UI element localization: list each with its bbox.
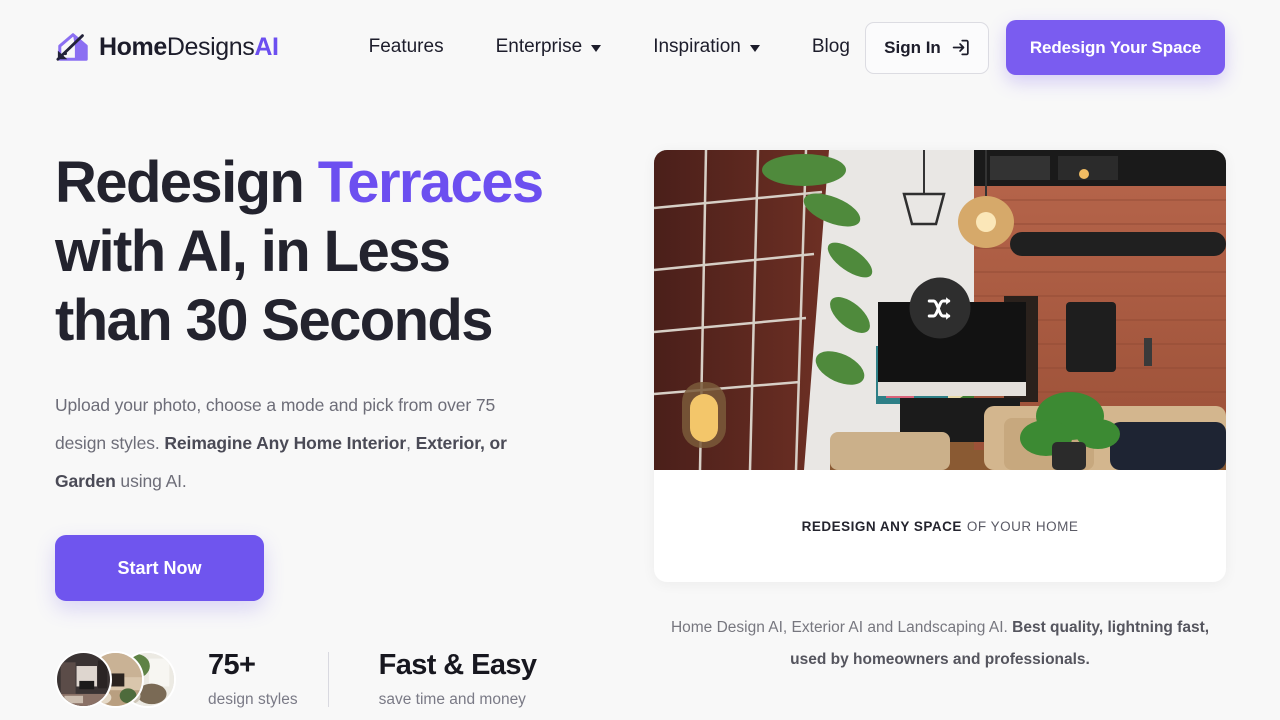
sign-in-label: Sign In — [884, 37, 941, 57]
stat-label: save time and money — [378, 691, 526, 708]
nav-item-features[interactable]: Features — [369, 30, 444, 64]
shuffle-icon — [927, 296, 950, 320]
footnote-text: Home Design AI, Exterior AI and Landscap… — [670, 619, 1013, 636]
stat-value: Fast & Easy — [378, 649, 537, 681]
brand-name: HomeDesignsAI — [99, 33, 279, 62]
nav-item-inspiration[interactable]: Inspiration — [653, 30, 760, 64]
avatar — [55, 650, 112, 708]
avatar-group — [55, 650, 185, 708]
hero-left-column: Redesign Terraces with AI, in Less than … — [55, 148, 655, 709]
chevron-down-icon — [591, 45, 602, 52]
card-caption-light: OF YOUR HOME — [966, 518, 1079, 534]
site-header: HomeDesignsAI Features Enterprise Inspir… — [0, 0, 1280, 94]
stat-fast-easy: Fast & Easy save time and money — [379, 649, 537, 709]
nav-item-blog[interactable]: Blog — [812, 30, 850, 64]
nav-label-blog: Blog — [811, 36, 850, 57]
page-title: Redesign Terraces with AI, in Less than … — [55, 148, 655, 355]
brand-name-ai: AI — [254, 32, 279, 61]
card-caption: REDESIGN ANY SPACE OF YOUR HOME — [654, 470, 1226, 582]
stat-label: design styles — [208, 691, 298, 708]
stat-value: 75+ — [208, 649, 256, 681]
headline-part-1: Redesign — [55, 150, 318, 215]
nav-label-features: Features — [368, 36, 444, 57]
nav-label-inspiration: Inspiration — [653, 36, 741, 57]
headline-part-2: with AI, in Less — [55, 219, 451, 284]
subcopy-bold-1: Reimagine Any Home Interior — [164, 433, 407, 453]
start-now-button[interactable]: Start Now — [55, 535, 264, 601]
subcopy-text-2: , — [406, 433, 416, 453]
headline-part-3: than 30 Seconds — [55, 288, 494, 353]
landing-page: HomeDesignsAI Features Enterprise Inspir… — [0, 0, 1280, 720]
nav-label-enterprise: Enterprise — [495, 36, 583, 57]
main-navigation: Features Enterprise Inspiration Blog — [369, 30, 850, 64]
redesign-your-space-button[interactable]: Redesign Your Space — [1006, 20, 1225, 75]
brand-logo[interactable]: HomeDesignsAI — [54, 30, 279, 64]
stat-design-styles: 75+ design styles — [208, 649, 298, 709]
card-caption-strong: REDESIGN ANY SPACE — [801, 518, 962, 534]
header-actions: Sign In Redesign Your Space — [865, 20, 1225, 75]
brand-name-home: Home — [99, 32, 167, 61]
nav-item-enterprise[interactable]: Enterprise — [496, 30, 602, 64]
hero-preview-card: REDESIGN ANY SPACE OF YOUR HOME — [654, 150, 1226, 582]
hero-room-image — [654, 150, 1226, 470]
house-wand-icon — [56, 33, 88, 61]
headline-accent: Terraces — [317, 150, 544, 215]
hero-subcopy: Upload your photo, choose a mode and pic… — [55, 386, 547, 500]
sign-in-button[interactable]: Sign In — [865, 21, 989, 74]
shuffle-button[interactable] — [909, 277, 971, 339]
chevron-down-icon — [749, 45, 760, 52]
login-arrow-icon — [952, 39, 969, 56]
hero-stats: 75+ design styles Fast & Easy save time … — [55, 649, 655, 709]
brand-name-designs: Designs — [166, 32, 255, 61]
hero-footnote: Home Design AI, Exterior AI and Landscap… — [670, 612, 1210, 676]
subcopy-text-3: using AI. — [115, 471, 187, 491]
stats-divider — [327, 651, 329, 707]
